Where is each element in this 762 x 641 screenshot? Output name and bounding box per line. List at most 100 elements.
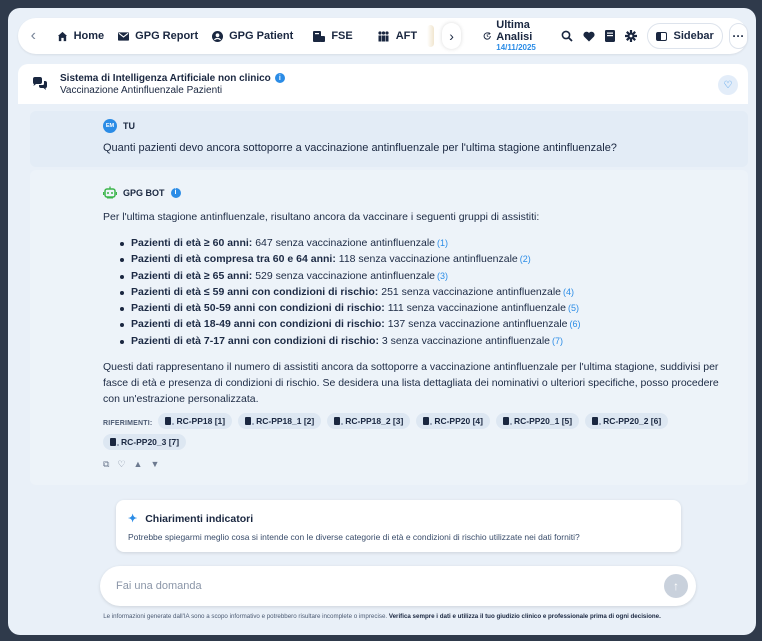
header-title: Sistema di Intelligenza Artificiale non …: [60, 72, 271, 84]
list-item: Pazienti di età 18-49 anni con condizion…: [120, 316, 723, 332]
nav-home-label: Home: [73, 30, 105, 42]
top-navigation: ‹ Home GPG Report GPG Patient FSE AFT › …: [18, 18, 749, 54]
group-text: 529 senza vaccinazione antinfluenzale: [252, 269, 436, 282]
question-input[interactable]: [116, 576, 636, 596]
sidebar-button[interactable]: Sidebar: [647, 23, 723, 49]
references-label: RIFERIMENTI:: [103, 420, 153, 428]
reference-link[interactable]: (5): [568, 303, 579, 313]
user-label: TU: [123, 121, 135, 131]
home-icon: [57, 31, 67, 41]
list-item: Pazienti di età ≤ 59 anni con condizioni…: [120, 284, 723, 300]
suggestion-card[interactable]: ✦ Chiarimenti indicatori Potrebbe spiegar…: [116, 500, 681, 552]
refresh-clock-icon: [483, 32, 491, 40]
copy-icon[interactable]: ⧉: [103, 459, 109, 470]
suggestion-text: Potrebbe spiegarmi meglio cosa si intend…: [128, 532, 580, 542]
document-icon: [245, 417, 255, 426]
reference-chip-label: RC-PP20_3 [7]: [121, 437, 180, 448]
disclaimer-text: Le informazioni generate dall'IA sono a …: [103, 613, 389, 620]
reference-chip[interactable]: RC-PP20_3 [7]: [103, 434, 187, 451]
disclaimer-bold: Verifica sempre i dati e utilizza il tuo…: [388, 613, 661, 620]
group-text: 137 senza vaccinazione antinfluenzale: [384, 318, 568, 331]
reference-link[interactable]: (7): [552, 336, 563, 346]
chat-header: Sistema di Intelligenza Artificiale non …: [18, 64, 748, 104]
thumbs-down-icon[interactable]: ▼: [150, 459, 159, 470]
nav-gpg-report-label: GPG Report: [135, 30, 199, 42]
group-text: 118 senza vaccinazione antinfluenzale: [335, 253, 518, 266]
reference-link[interactable]: (2): [520, 254, 531, 264]
disclaimer: Le informazioni generate dall'IA sono a …: [8, 613, 756, 620]
header-subtitle: Vaccinazione Antinfluenzale Pazienti: [60, 84, 223, 96]
reference-link[interactable]: (3): [437, 271, 448, 281]
document-icon: [423, 417, 433, 426]
document-icon: [502, 417, 512, 426]
nav-gpg-patient[interactable]: GPG Patient: [212, 30, 293, 42]
info-icon[interactable]: i: [274, 73, 285, 83]
nav-aft-label: AFT: [395, 30, 418, 42]
group-text: 647 senza vaccinazione antinfluenzale: [252, 237, 436, 249]
group-title: Pazienti di età compresa tra 60 e 64 ann…: [131, 253, 336, 266]
reference-chip-label: RC-PP18_1 [2]: [256, 416, 315, 427]
reference-link[interactable]: (1): [437, 238, 448, 248]
heart-outline-icon[interactable]: ♡: [117, 459, 125, 470]
group-title: Pazienti di età 18-49 anni con condizion…: [131, 318, 385, 331]
nav-gpg-report[interactable]: GPG Report: [118, 30, 198, 42]
reference-link[interactable]: (6): [570, 319, 581, 329]
bot-message: GPG BOT i Per l'ultima stagione antinflu…: [30, 170, 748, 485]
question-input-box: ↑: [100, 566, 696, 606]
nav-scroll-next-icon[interactable]: ›: [442, 23, 461, 49]
message-actions: ⧉ ♡ ▲ ▼: [103, 459, 723, 470]
list-item: Pazienti di età ≥ 65 anni: 529 senza vac…: [120, 268, 723, 284]
vaccination-groups-list: Pazienti di età ≥ 60 anni: 647 senza vac…: [103, 235, 723, 349]
bot-label: GPG BOT: [123, 187, 165, 198]
group-text: 3 senza vaccinazione antinfluenzale: [378, 334, 550, 347]
reference-chip[interactable]: RC-PP20_1 [5]: [495, 413, 580, 430]
search-icon[interactable]: [559, 24, 576, 48]
ultima-analisi[interactable]: Ultima Analisi 14/11/2025: [483, 19, 547, 53]
list-item: Pazienti di età ≥ 60 anni: 647 senza vac…: [120, 235, 723, 251]
reference-chip[interactable]: RC-PP18_2 [3]: [327, 413, 411, 430]
user-circle-icon: [212, 30, 224, 42]
app-frame: ‹ Home GPG Report GPG Patient FSE AFT › …: [8, 8, 756, 635]
send-arrow-icon[interactable]: ↑: [664, 574, 688, 598]
document-icon: [592, 417, 602, 426]
group-title: Pazienti di età 7-17 anni con condizioni…: [131, 334, 379, 347]
reference-chip[interactable]: RC-PP20 [4]: [416, 413, 490, 430]
document-icon: [334, 417, 344, 426]
sparkle-icon: ✦: [128, 513, 138, 525]
reference-chip[interactable]: RC-PP18 [1]: [158, 413, 233, 430]
group-title: Pazienti di età ≤ 59 anni con condizioni…: [131, 285, 379, 298]
list-item: Pazienti di età compresa tra 60 e 64 ann…: [120, 251, 723, 267]
book-icon[interactable]: [601, 24, 618, 48]
reference-chip-label: RC-PP20 [4]: [434, 416, 483, 427]
bot-info-icon[interactable]: i: [170, 187, 181, 198]
reference-link[interactable]: (4): [563, 287, 574, 297]
group-text: 111 senza vaccinazione antinfluenzale: [384, 302, 566, 315]
avatar: EM: [103, 119, 117, 133]
list-item: Pazienti di età 50-59 anni con condizion…: [120, 300, 723, 316]
gear-icon[interactable]: [622, 24, 639, 48]
bot-intro: Per l'ultima stagione antinfluenzale, ri…: [103, 211, 540, 223]
ultima-analisi-date: 14/11/2025: [496, 43, 536, 52]
sidebar-icon: [656, 31, 668, 41]
heart-icon[interactable]: [580, 24, 597, 48]
document-icon: [165, 417, 175, 426]
nav-fse[interactable]: FSE: [313, 30, 353, 42]
more-options-icon[interactable]: ···: [728, 23, 749, 49]
reference-chip-label: RC-PP18_2 [3]: [345, 416, 404, 427]
reference-chip[interactable]: RC-PP18_1 [2]: [238, 413, 322, 430]
suggestion-title: Chiarimenti indicatori: [145, 512, 254, 525]
nav-overflow-fade: [427, 25, 435, 47]
group-icon: [378, 30, 389, 41]
nav-home[interactable]: Home: [57, 30, 105, 42]
favorite-heart-icon[interactable]: ♡: [718, 75, 738, 95]
user-message: EM TU Quanti pazienti devo ancora sottop…: [30, 111, 748, 167]
nav-gpg-patient-label: GPG Patient: [229, 30, 294, 42]
group-title: Pazienti di età ≥ 60 anni:: [131, 237, 253, 249]
nav-fse-label: FSE: [331, 30, 353, 42]
thumbs-up-icon[interactable]: ▲: [134, 459, 143, 470]
chat-bubbles-icon: [30, 74, 50, 94]
reference-chip[interactable]: RC-PP20_2 [6]: [585, 413, 669, 430]
nav-aft[interactable]: AFT: [377, 30, 417, 42]
references: RIFERIMENTI: RC-PP18 [1] RC-PP18_1 [2] R…: [103, 413, 723, 455]
back-icon[interactable]: ‹: [24, 23, 43, 49]
